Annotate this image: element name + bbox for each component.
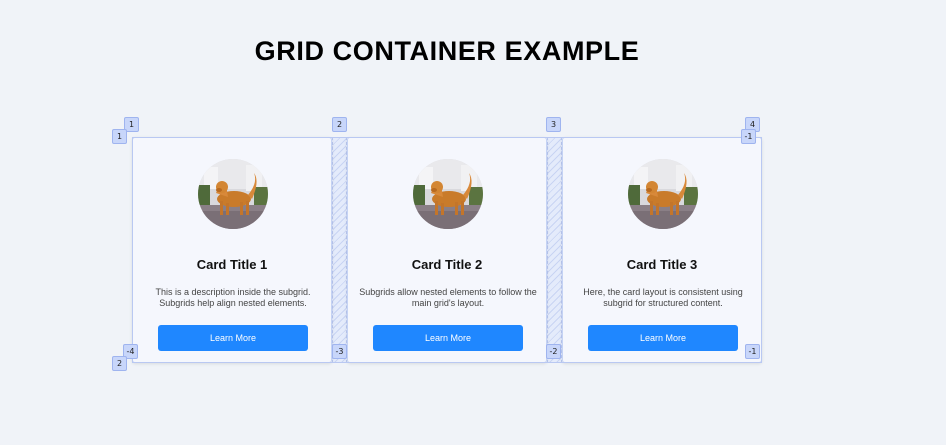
grid-gap-2 bbox=[547, 137, 562, 363]
card-title: Card Title 2 bbox=[411, 257, 483, 272]
card-title: Card Title 3 bbox=[626, 257, 698, 272]
learn-more-button[interactable]: Learn More bbox=[158, 325, 308, 351]
grid-line-label-row-left: 2 bbox=[112, 356, 127, 371]
card-1: Card Title 1 This is a description insid… bbox=[132, 137, 332, 363]
card-image bbox=[198, 159, 268, 229]
learn-more-button[interactable]: Learn More bbox=[373, 325, 523, 351]
card-2: Card Title 2 Subgrids allow nested eleme… bbox=[347, 137, 547, 363]
grid-line-label-row-right: -1 bbox=[741, 129, 756, 144]
page-title: GRID CONTAINER EXAMPLE bbox=[254, 36, 640, 66]
grid-gap-1 bbox=[332, 137, 347, 363]
card-title: Card Title 1 bbox=[196, 257, 268, 272]
grid-line-label-col-bottom: -1 bbox=[745, 344, 760, 359]
grid-line-label-col-top: 3 bbox=[546, 117, 561, 132]
card-image bbox=[413, 159, 483, 229]
grid-container: Card Title 1 This is a description insid… bbox=[132, 137, 762, 363]
grid-line-label-col-top: 2 bbox=[332, 117, 347, 132]
card-description: Here, the card layout is consistent usin… bbox=[583, 287, 743, 308]
card-description: Subgrids allow nested elements to follow… bbox=[359, 287, 537, 308]
learn-more-button[interactable]: Learn More bbox=[588, 325, 738, 351]
grid-line-label-col-bottom: -3 bbox=[332, 344, 347, 359]
card-3: Card Title 3 Here, the card layout is co… bbox=[562, 137, 762, 363]
card-image bbox=[628, 159, 698, 229]
card-description: This is a description inside the subgrid… bbox=[155, 287, 311, 308]
grid-line-label-row-left: 1 bbox=[112, 129, 127, 144]
grid-line-label-col-bottom: -2 bbox=[546, 344, 561, 359]
